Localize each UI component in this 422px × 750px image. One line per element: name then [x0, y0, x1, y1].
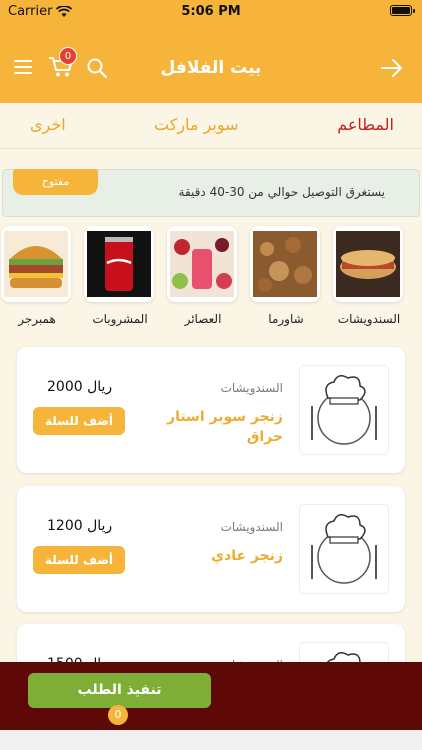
category-strip: السندويشات شاورما العصائر المشروبات همبر…	[0, 226, 422, 338]
status-bar: Carrier 5:06 PM	[0, 0, 422, 22]
open-status-badge: مفتوح	[13, 169, 98, 195]
drinks-image	[84, 226, 154, 302]
category-label: العصائر	[184, 312, 222, 326]
chef-logo-image	[299, 504, 389, 594]
juice-image	[167, 226, 237, 302]
product-price: 2000 ريال	[47, 379, 113, 395]
home-indicator-area	[0, 730, 422, 750]
delivery-banner: مفتوح يستغرق التوصيل حوالي من 30-40 دقيق…	[2, 169, 420, 217]
category-burgers[interactable]: همبرجر	[1, 226, 73, 326]
chef-logo-image	[299, 365, 389, 455]
product-name[interactable]: زنجر عادي	[153, 546, 283, 566]
arrow-right-icon[interactable]	[380, 57, 404, 79]
product-price: 1200 ريال	[47, 518, 113, 534]
app-header: 0 بيت الفلافل	[0, 40, 422, 96]
category-sandwiches[interactable]: السندويشات	[333, 226, 405, 326]
top-bar: Carrier 5:06 PM 0 بيت الفلافل	[0, 0, 422, 103]
sandwich-image	[333, 226, 403, 302]
product-card: السندويشات زنجر عادي 1200 ريال أضف للسلة	[17, 486, 405, 612]
category-label: المشروبات	[92, 312, 148, 326]
category-drinks[interactable]: المشروبات	[84, 226, 156, 326]
checkout-button[interactable]: تنفيذ الطلب	[28, 673, 211, 708]
category-label: السندويشات	[337, 312, 401, 326]
add-to-cart-button[interactable]: أضف للسلة	[33, 407, 125, 435]
product-card: السندويشات زنجر سوبر استار حراق 2000 ريا…	[17, 347, 405, 473]
product-category: السندويشات	[220, 520, 283, 534]
tab-restaurants[interactable]: المطاعم	[337, 115, 394, 134]
tab-supermarket[interactable]: سوبر ماركت	[154, 115, 239, 134]
add-to-cart-button[interactable]: أضف للسلة	[33, 546, 125, 574]
checkout-bar: تنفيذ الطلب 0	[0, 662, 422, 730]
category-shawarma[interactable]: شاورما	[250, 226, 322, 326]
product-name[interactable]: زنجر سوبر استار حراق	[153, 407, 283, 447]
delivery-time-message: يستغرق التوصيل حوالي من 30-40 دقيقة	[178, 185, 385, 199]
shawarma-image	[250, 226, 320, 302]
page-title: بيت الفلافل	[160, 58, 262, 78]
order-count-badge: 0	[108, 705, 128, 725]
category-label: همبرجر	[18, 312, 56, 326]
burger-image	[1, 226, 71, 302]
category-juices[interactable]: العصائر	[167, 226, 239, 326]
category-tabs: المطاعم سوبر ماركت اخرى	[0, 103, 422, 149]
status-time: 5:06 PM	[181, 4, 241, 19]
category-label: شاورما	[268, 312, 304, 326]
battery-icon	[390, 5, 415, 16]
tab-other[interactable]: اخرى	[30, 115, 66, 134]
product-category: السندويشات	[220, 381, 283, 395]
